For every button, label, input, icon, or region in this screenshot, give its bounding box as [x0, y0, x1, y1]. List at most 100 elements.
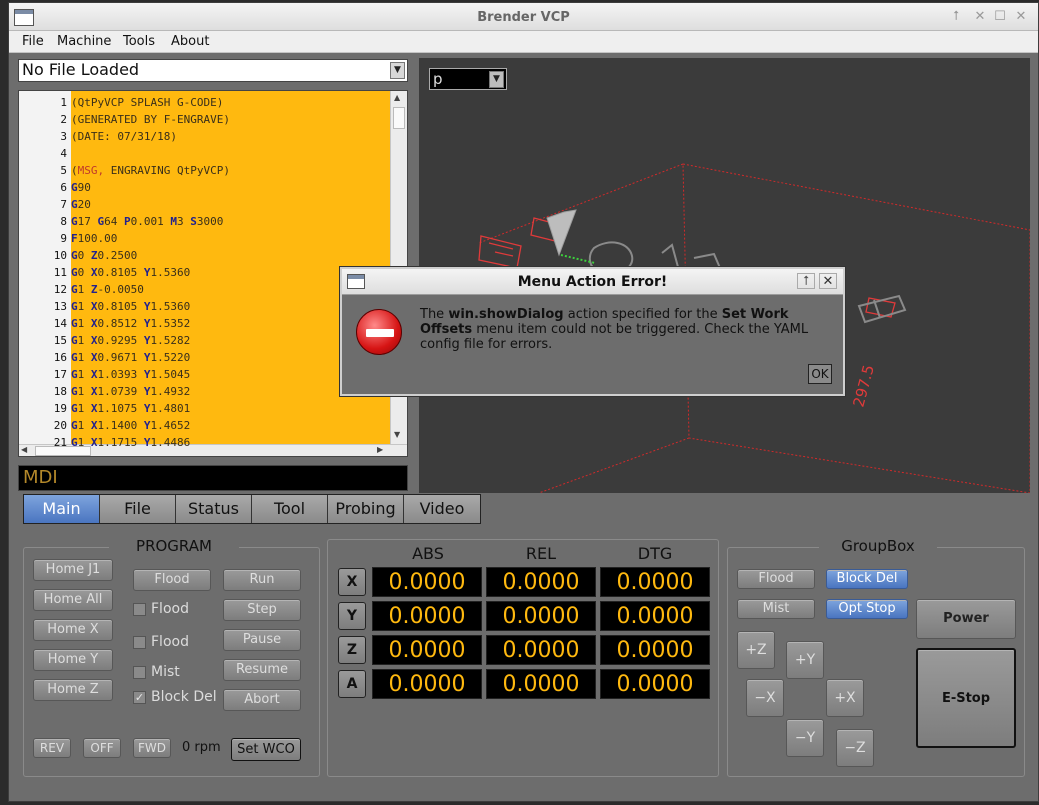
gcode-line[interactable]: (GENERATED BY F-ENGRAVE): [71, 111, 230, 128]
line-number: 12: [53, 283, 67, 296]
flood-checkbox-2[interactable]: [133, 636, 146, 649]
gcode-line[interactable]: F100.00: [71, 230, 117, 247]
gcode-line[interactable]: G1 X0.8105 Y1.5360: [71, 298, 190, 315]
gcode-line[interactable]: G1 X1.1400 Y1.4652: [71, 417, 190, 434]
gcode-line[interactable]: G1 X1.1075 Y1.4801: [71, 400, 190, 417]
run-button[interactable]: Run: [223, 569, 301, 591]
scroll-thumb[interactable]: [393, 107, 405, 129]
tab-file[interactable]: File: [100, 495, 176, 523]
gcode-line[interactable]: G1 X1.1715 Y1.4486: [71, 434, 190, 451]
gcode-line[interactable]: G1 X0.8512 Y1.5352: [71, 315, 190, 332]
tab-video[interactable]: Video: [404, 495, 480, 523]
dro-abs-z: 0.0000: [372, 635, 482, 665]
gcode-line[interactable]: G1 X1.0739 Y1.4932: [71, 383, 190, 400]
scroll-down-icon[interactable]: ▼: [394, 430, 400, 439]
step-button[interactable]: Step: [223, 599, 301, 621]
set-wco-button[interactable]: Set WCO: [231, 738, 301, 761]
axis-x-button[interactable]: X: [338, 568, 366, 596]
view-select[interactable]: p ▼: [429, 68, 507, 90]
file-select-value: No File Loaded: [22, 60, 140, 79]
menu-file[interactable]: File: [22, 34, 44, 49]
title-bar[interactable]: Brender VCP ⭡ ✕ ☐ ✕: [9, 3, 1038, 31]
gcode-line[interactable]: G0 Z0.2500: [71, 247, 137, 264]
mist-checkbox[interactable]: [133, 666, 146, 679]
power-button[interactable]: Power: [916, 599, 1016, 639]
file-select[interactable]: No File Loaded ▼: [18, 59, 408, 82]
gcode-line[interactable]: (QtPyVCP SPLASH G-CODE): [71, 94, 223, 111]
dialog-message: The win.showDialog action specified for …: [420, 307, 809, 352]
dialog-close-icon[interactable]: ✕: [819, 273, 837, 289]
line-number: 11: [53, 266, 67, 279]
tab-probing[interactable]: Probing: [328, 495, 404, 523]
spindle-rev-button[interactable]: REV: [33, 738, 71, 758]
tab-main[interactable]: Main: [24, 495, 100, 523]
line-number: 1: [60, 96, 67, 109]
opt-stop-button[interactable]: Opt Stop: [826, 599, 908, 619]
jog-x-plus-button[interactable]: +X: [826, 679, 864, 717]
line-number: 4: [60, 147, 67, 160]
pause-button[interactable]: Pause: [223, 629, 301, 651]
close-icon[interactable]: ✕: [1012, 9, 1030, 25]
scroll-right-icon[interactable]: ▶: [377, 445, 383, 454]
minimize-icon[interactable]: ✕: [971, 9, 989, 25]
jog-z-minus-button[interactable]: −Z: [836, 729, 874, 767]
home-x-button[interactable]: Home X: [33, 619, 113, 641]
jog-y-minus-button[interactable]: −Y: [786, 719, 824, 757]
menu-tools[interactable]: Tools: [123, 34, 155, 49]
flood-checkbox-2-label: Flood: [151, 634, 189, 650]
scroll-up-icon[interactable]: ▲: [394, 93, 400, 102]
menu-about[interactable]: About: [171, 34, 209, 49]
axis-z-button[interactable]: Z: [338, 636, 366, 664]
home-y-button[interactable]: Home Y: [33, 649, 113, 671]
line-number: 3: [60, 130, 67, 143]
tab-status[interactable]: Status: [176, 495, 252, 523]
main-window: Brender VCP ⭡ ✕ ☐ ✕ File Machine Tools A…: [8, 2, 1039, 802]
gcode-line[interactable]: G0 X0.8105 Y1.5360: [71, 264, 190, 281]
gcode-line[interactable]: G20: [71, 196, 91, 213]
jog-x-minus-button[interactable]: −X: [746, 679, 784, 717]
line-number: 6: [60, 181, 67, 194]
line-number: 5: [60, 164, 67, 177]
gcode-line[interactable]: (MSG, ENGRAVING QtPyVCP): [71, 162, 230, 179]
ok-button[interactable]: OK: [808, 364, 832, 384]
home-j1-button[interactable]: Home J1: [33, 559, 113, 581]
spindle-off-button[interactable]: OFF: [83, 738, 121, 758]
axis-y-button[interactable]: Y: [338, 602, 366, 630]
gcode-line[interactable]: G1 X1.0393 Y1.5045: [71, 366, 190, 383]
gcode-line[interactable]: G1 X0.9671 Y1.5220: [71, 349, 190, 366]
resume-button[interactable]: Resume: [223, 659, 301, 681]
dialog-shade-icon[interactable]: ⭡: [797, 273, 815, 289]
shade-icon[interactable]: ⭡: [947, 9, 965, 25]
block-del-checkbox[interactable]: ✓: [133, 691, 146, 704]
maximize-icon[interactable]: ☐: [991, 9, 1009, 25]
home-all-button[interactable]: Home All: [33, 589, 113, 611]
chevron-down-icon[interactable]: ▼: [390, 62, 405, 79]
gcode-line[interactable]: G1 Z-0.0050: [71, 281, 144, 298]
home-z-button[interactable]: Home Z: [33, 679, 113, 701]
jog-z-plus-button[interactable]: +Z: [737, 631, 775, 669]
line-number: 13: [53, 300, 67, 313]
dro-dtg-z: 0.0000: [600, 635, 710, 665]
gcode-line[interactable]: (DATE: 07/31/18): [71, 128, 177, 145]
gcode-line[interactable]: G17 G64 P0.001 M3 S3000: [71, 213, 223, 230]
work-envelope-edge: [538, 437, 690, 493]
mdi-input[interactable]: MDI: [18, 465, 408, 491]
axis-a-button[interactable]: A: [338, 670, 366, 698]
flood-button-2[interactable]: Flood: [737, 569, 815, 589]
tab-tool[interactable]: Tool: [252, 495, 328, 523]
gcode-line[interactable]: G90: [71, 179, 91, 196]
mist-button[interactable]: Mist: [737, 599, 815, 619]
abort-button[interactable]: Abort: [223, 689, 301, 711]
flood-button[interactable]: Flood: [133, 569, 211, 591]
dro-dtg-x: 0.0000: [600, 567, 710, 597]
gcode-line[interactable]: G1 X0.9295 Y1.5282: [71, 332, 190, 349]
dimension-label: 297.5: [849, 363, 878, 409]
dialog-title-bar[interactable]: Menu Action Error! ⭡ ✕: [342, 269, 843, 295]
block-del-button[interactable]: Block Del: [826, 569, 908, 589]
chevron-down-icon[interactable]: ▼: [489, 71, 504, 88]
flood-checkbox[interactable]: [133, 603, 146, 616]
menu-machine[interactable]: Machine: [57, 34, 111, 49]
spindle-fwd-button[interactable]: FWD: [133, 738, 171, 758]
estop-button[interactable]: E-Stop: [916, 648, 1016, 748]
jog-y-plus-button[interactable]: +Y: [786, 641, 824, 679]
